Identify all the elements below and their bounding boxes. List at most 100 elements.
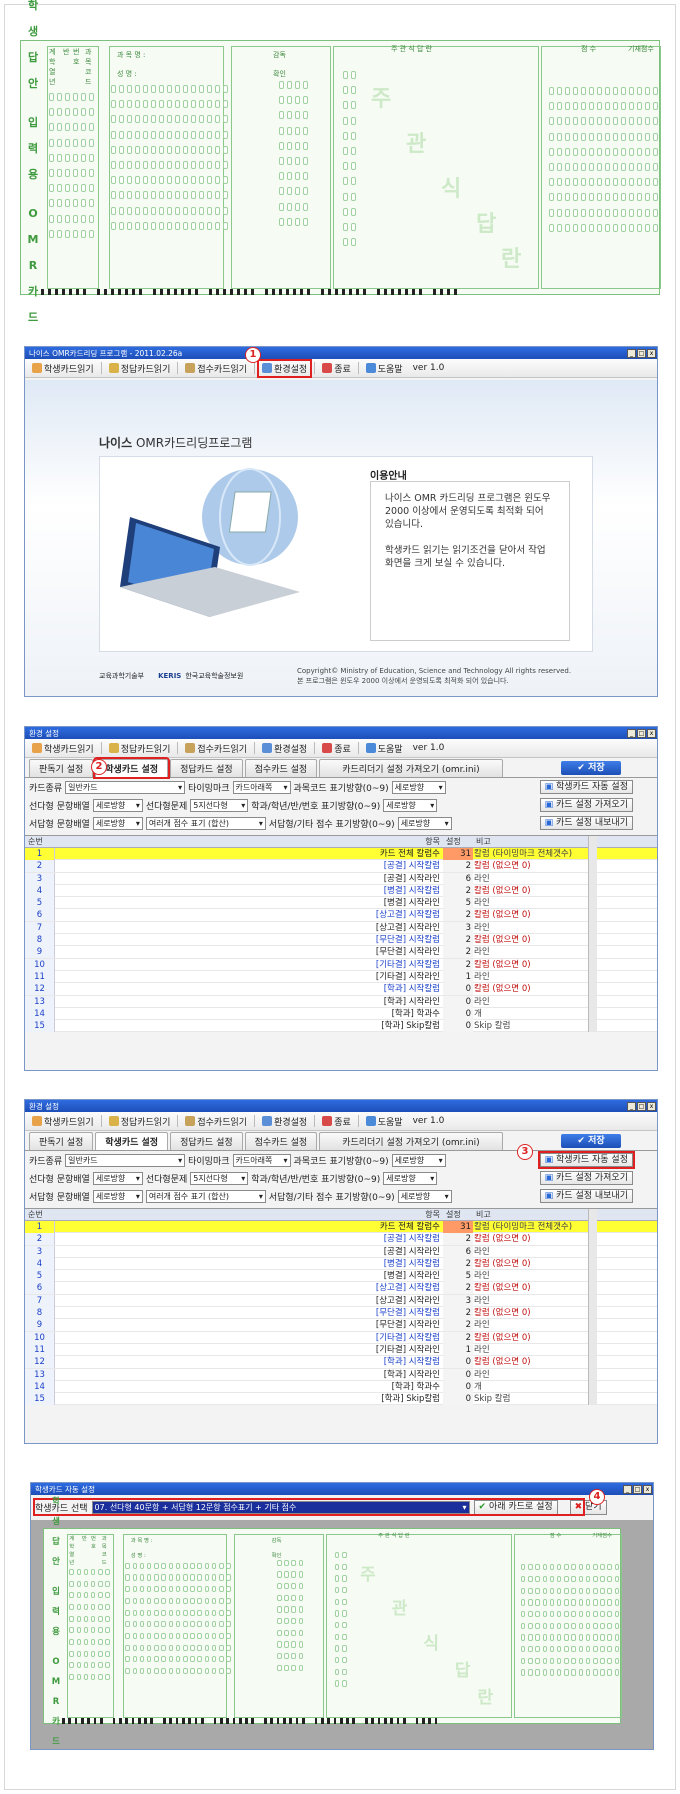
tab-3[interactable]: 점수카드 설정 <box>244 759 318 777</box>
select-field[interactable]: 5지선다형 <box>190 798 249 812</box>
toolbar-button-1[interactable]: 정답카드읽기 <box>106 741 174 756</box>
toolbar-button-5[interactable]: 도움말 <box>363 741 406 756</box>
row-value[interactable]: 1 <box>443 1343 473 1356</box>
maximize-icon[interactable]: □ <box>637 728 646 738</box>
table-row[interactable]: 4 [병결] 시작칼럼 2 칼럼 (없으면 0) <box>25 1257 657 1271</box>
table-row[interactable]: 11 [기타결] 시작라인 1 라인 <box>25 1343 657 1357</box>
toolbar-button-0[interactable]: 학생카드읽기 <box>29 741 97 756</box>
tab-2[interactable]: 정답카드 설정 <box>170 1132 243 1150</box>
row-value[interactable]: 2 <box>443 1257 473 1270</box>
select-field[interactable]: 세로방향 <box>391 1153 446 1167</box>
table-row[interactable]: 10 [기타결] 시작칼럼 2 칼럼 (없으면 0) <box>25 1331 657 1344</box>
tab-2[interactable]: 정답카드 설정 <box>170 759 243 777</box>
table-row[interactable]: 6 [상고결] 시작칼럼 2 칼럼 (없으면 0) <box>25 1282 657 1295</box>
row-value[interactable]: 2 <box>443 1307 473 1320</box>
select-field[interactable]: 일반카드 <box>65 780 186 794</box>
tab-4[interactable]: 카드리더기 설정 가져오기 (omr.ini) <box>319 1132 503 1150</box>
row-value[interactable]: 0 <box>443 995 473 1008</box>
row-value[interactable]: 3 <box>443 1294 473 1307</box>
toolbar-button-3[interactable]: 환경설정 <box>257 358 313 378</box>
row-value[interactable]: 2 <box>443 1319 473 1332</box>
table-row[interactable]: 11 [기타결] 시작라인 1 라인 <box>25 970 657 984</box>
settings-side-button-1[interactable]: ▣ 학생카드 자동 설정 <box>537 1151 636 1169</box>
table-row[interactable]: 13 [학과] 시작라인 0 라인 <box>25 1368 657 1381</box>
row-value[interactable]: 2 <box>443 946 473 959</box>
select-field[interactable]: 세로방향 <box>92 1189 143 1203</box>
toolbar-button-5[interactable]: 도움말 <box>363 1114 406 1129</box>
table-row[interactable]: 5 [병결] 시작라인 5 라인 <box>25 1270 657 1283</box>
table-row[interactable]: 8 [무단결] 시작칼럼 2 칼럼 (없으면 0) <box>25 934 657 947</box>
settings-side-button-1[interactable]: ▣ 학생카드 자동 설정 <box>539 780 633 794</box>
row-value[interactable]: 31 <box>443 848 473 860</box>
table-row[interactable]: 1 카드 전체 칼럼수 31 칼럼 (타이밍마크 전체갯수) <box>25 848 657 861</box>
row-value[interactable]: 2 <box>443 1233 473 1246</box>
select-field[interactable]: 세로방향 <box>383 798 438 812</box>
settings-side-button-2[interactable]: ▣ 카드 설정 가져오기 <box>539 798 633 812</box>
row-value[interactable]: 2 <box>443 958 473 971</box>
row-value[interactable]: 2 <box>443 1331 473 1344</box>
toolbar-button-3[interactable]: 환경설정 <box>259 1114 310 1129</box>
save-button[interactable]: ✔ 저장 <box>561 761 621 775</box>
select-field[interactable]: 세로방향 <box>383 1171 438 1185</box>
tab-0[interactable]: 판독기 설정 <box>29 1132 94 1150</box>
row-value[interactable]: 1 <box>443 970 473 983</box>
table-row[interactable]: 12 [학과] 시작칼럼 0 칼럼 (없으면 0) <box>25 1356 657 1369</box>
toolbar-button-4[interactable]: 종료 <box>319 741 354 756</box>
select-field[interactable]: 세로방향 <box>391 780 446 794</box>
table-row[interactable]: 2 [공결] 시작칼럼 2 칼럼 (없으면 0) <box>25 860 657 873</box>
toolbar-button-2[interactable]: 접수카드읽기 <box>182 361 250 376</box>
toolbar-button-1[interactable]: 정답카드읽기 <box>106 1114 174 1129</box>
settings-side-button-2[interactable]: ▣ 카드 설정 가져오기 <box>539 1171 633 1185</box>
table-row[interactable]: 15 [학과] Skip칼럼 0 Skip 칼럼 <box>25 1393 657 1406</box>
close-icon[interactable]: x <box>647 728 656 738</box>
minimize-icon[interactable]: _ <box>623 1484 632 1494</box>
select-field[interactable]: 세로방향 <box>397 1189 452 1203</box>
row-value[interactable]: 2 <box>443 1282 473 1295</box>
row-value[interactable]: 0 <box>443 1393 473 1406</box>
row-value[interactable]: 2 <box>443 884 473 897</box>
table-row[interactable]: 1 카드 전체 칼럼수 31 칼럼 (타이밍마크 전체갯수) <box>25 1221 657 1234</box>
close-icon[interactable]: x <box>647 348 656 358</box>
tab-4[interactable]: 카드리더기 설정 가져오기 (omr.ini) <box>319 759 503 777</box>
row-value[interactable]: 2 <box>443 860 473 873</box>
select-field[interactable]: 카드아래쪽 <box>232 780 291 794</box>
table-row[interactable]: 15 [학과] Skip칼럼 0 Skip 칼럼 <box>25 1020 657 1033</box>
select-field[interactable]: 세로방향 <box>92 798 143 812</box>
toolbar-button-5[interactable]: 도움말 <box>363 361 406 376</box>
toolbar-button-2[interactable]: 접수카드읽기 <box>182 1114 250 1129</box>
toolbar-button-0[interactable]: 학생카드읽기 <box>29 361 97 376</box>
row-value[interactable]: 0 <box>443 1007 473 1020</box>
row-value[interactable]: 0 <box>443 1020 473 1033</box>
table-row[interactable]: 5 [병결] 시작라인 5 라인 <box>25 897 657 910</box>
row-value[interactable]: 31 <box>443 1221 473 1233</box>
select-field[interactable]: 일반카드 <box>65 1153 186 1167</box>
select-field[interactable]: 세로방향 <box>397 816 452 830</box>
table-row[interactable]: 2 [공결] 시작칼럼 2 칼럼 (없으면 0) <box>25 1233 657 1246</box>
table-row[interactable]: 7 [상고결] 시작라인 3 라인 <box>25 921 657 935</box>
minimize-icon[interactable]: _ <box>627 348 636 358</box>
maximize-icon[interactable]: □ <box>637 1101 646 1111</box>
toolbar-button-4[interactable]: 종료 <box>319 1114 354 1129</box>
table-row[interactable]: 12 [학과] 시작칼럼 0 칼럼 (없으면 0) <box>25 983 657 996</box>
toolbar-button-3[interactable]: 환경설정 <box>259 741 310 756</box>
select-field[interactable]: 세로방향 <box>92 816 143 830</box>
settings-side-button-3[interactable]: ▣ 카드 설정 내보내기 <box>539 816 633 830</box>
row-value[interactable]: 0 <box>443 1368 473 1381</box>
minimize-icon[interactable]: _ <box>627 1101 636 1111</box>
table-scrollbar[interactable] <box>588 1209 597 1406</box>
row-value[interactable]: 2 <box>443 934 473 947</box>
table-scrollbar[interactable] <box>588 836 597 1033</box>
table-row[interactable]: 3 [공결] 시작라인 6 라인 <box>25 1245 657 1258</box>
toolbar-button-2[interactable]: 접수카드읽기 <box>182 741 250 756</box>
toolbar-button-1[interactable]: 정답카드읽기 <box>106 361 174 376</box>
select-field[interactable]: 카드아래쪽 <box>232 1153 291 1167</box>
minimize-icon[interactable]: _ <box>627 728 636 738</box>
tab-0[interactable]: 판독기 설정 <box>29 759 94 777</box>
table-row[interactable]: 9 [무단결] 시작라인 2 라인 <box>25 946 657 959</box>
settings-side-button-3[interactable]: ▣ 카드 설정 내보내기 <box>539 1189 633 1203</box>
select-field[interactable]: 여러개 점수 표기 (합산) <box>145 816 266 830</box>
row-value[interactable]: 5 <box>443 897 473 910</box>
table-row[interactable]: 7 [상고결] 시작라인 3 라인 <box>25 1294 657 1308</box>
row-value[interactable]: 2 <box>443 909 473 922</box>
maximize-icon[interactable]: □ <box>633 1484 642 1494</box>
